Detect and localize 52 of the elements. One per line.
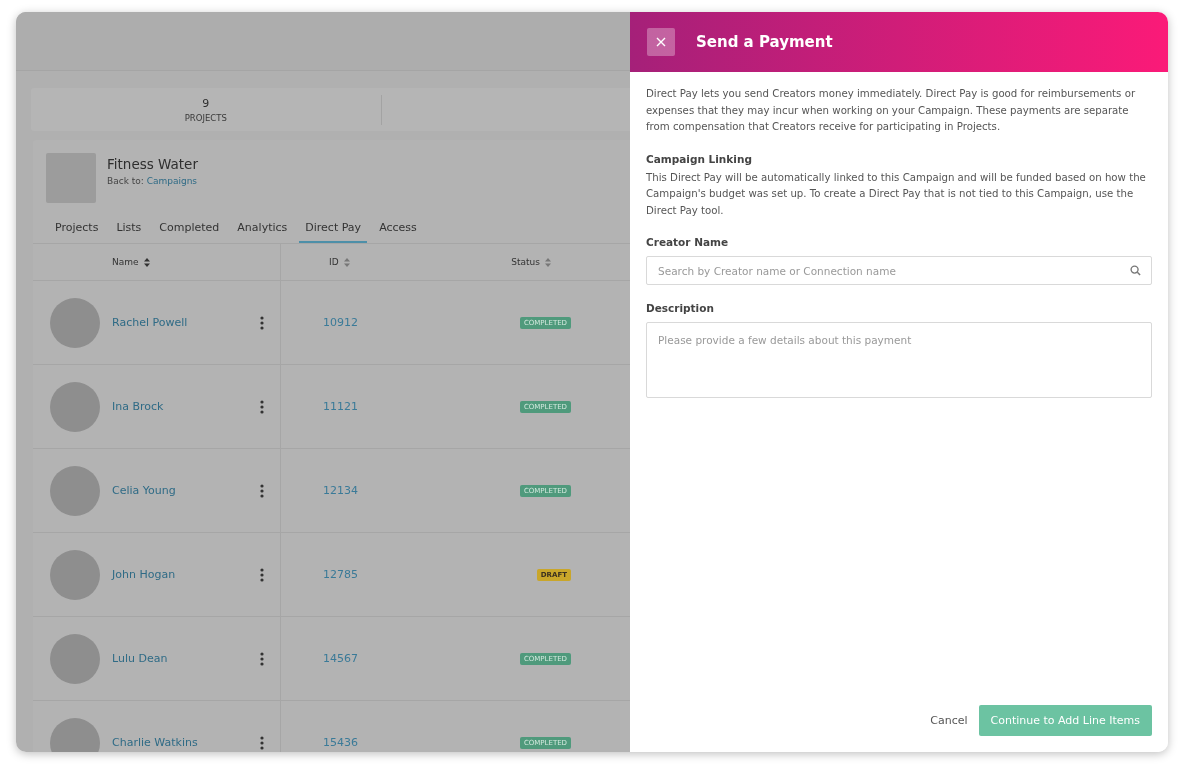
intro-text: Direct Pay lets you send Creators money immediately. Direct Pay is good for reimbursements or expenses that they may incur when working on your Campaign. These payments are separate from compensation that Creators receive for participating in Projects. <box>646 87 1137 134</box>
creator-name-link[interactable]: Rachel Powell <box>112 316 242 329</box>
description-field[interactable]: Please provide a few details about this payment <box>646 322 1152 398</box>
creator-name-link[interactable]: Ina Brock <box>112 400 242 413</box>
campaigns-link[interactable]: Campaigns <box>146 176 198 186</box>
tab[interactable]: Lists <box>110 217 148 243</box>
tab[interactable]: Completed <box>153 217 226 243</box>
tab[interactable]: Projects <box>49 217 105 243</box>
creator-name-link[interactable]: John Hogan <box>112 568 242 581</box>
more-options-icon[interactable] <box>260 399 264 414</box>
sort-icon[interactable] <box>143 257 150 267</box>
stat-value: 9 <box>202 96 210 110</box>
more-options-icon[interactable] <box>260 315 264 330</box>
back-label: Back to: <box>107 176 144 186</box>
campaign-title: Fitness Water <box>107 156 198 172</box>
avatar <box>50 297 100 348</box>
more-options-icon[interactable] <box>260 483 264 498</box>
tab[interactable]: Access <box>373 217 423 243</box>
field-label: Description <box>646 302 715 314</box>
creator-name-link[interactable]: Charlie Watkins <box>112 736 242 749</box>
search-icon <box>1130 265 1141 276</box>
column-header[interactable]: Status <box>511 257 540 267</box>
close-button[interactable] <box>647 28 675 56</box>
avatar <box>50 465 100 516</box>
creator-name-link[interactable]: Lulu Dean <box>112 652 242 665</box>
creator-search-field[interactable]: Search by Creator name or Connection name <box>646 256 1152 285</box>
id-link[interactable]: 15436 <box>323 736 358 749</box>
tab[interactable]: Analytics <box>231 217 294 243</box>
tab[interactable]: Direct Pay <box>299 217 368 243</box>
creator-name-link[interactable]: Celia Young <box>112 484 242 497</box>
continue-button[interactable]: Continue to Add Line Items <box>978 705 1152 736</box>
avatar <box>50 549 100 600</box>
close-icon[interactable] <box>656 37 666 47</box>
avatar <box>50 717 100 752</box>
id-link[interactable]: 11121 <box>323 400 358 413</box>
more-options-icon[interactable] <box>260 567 264 582</box>
section-title: Campaign Linking <box>646 152 753 165</box>
more-options-icon[interactable] <box>260 651 264 666</box>
column-header[interactable]: ID <box>329 257 339 267</box>
id-link[interactable]: 10912 <box>323 316 358 329</box>
id-link[interactable]: 12785 <box>323 568 358 581</box>
column-header[interactable]: Name <box>112 257 139 267</box>
stat-label: PROJECTS <box>184 112 227 123</box>
avatar <box>50 381 100 432</box>
panel-title: Send a Payment <box>696 33 833 51</box>
field-label: Creator Name <box>646 236 730 248</box>
cancel-button[interactable]: Cancel <box>930 710 968 731</box>
more-options-icon[interactable] <box>260 735 264 750</box>
section-text: This Direct Pay will be automatically linked to this Campaign and will be funded based on how the Campaign's budget was set up. To create a Direct Pay that is not tied to this Campaign, use the Direct Pay tool. <box>646 170 1147 218</box>
id-link[interactable]: 14567 <box>323 652 358 665</box>
id-link[interactable]: 12134 <box>323 484 358 497</box>
avatar <box>50 633 100 684</box>
